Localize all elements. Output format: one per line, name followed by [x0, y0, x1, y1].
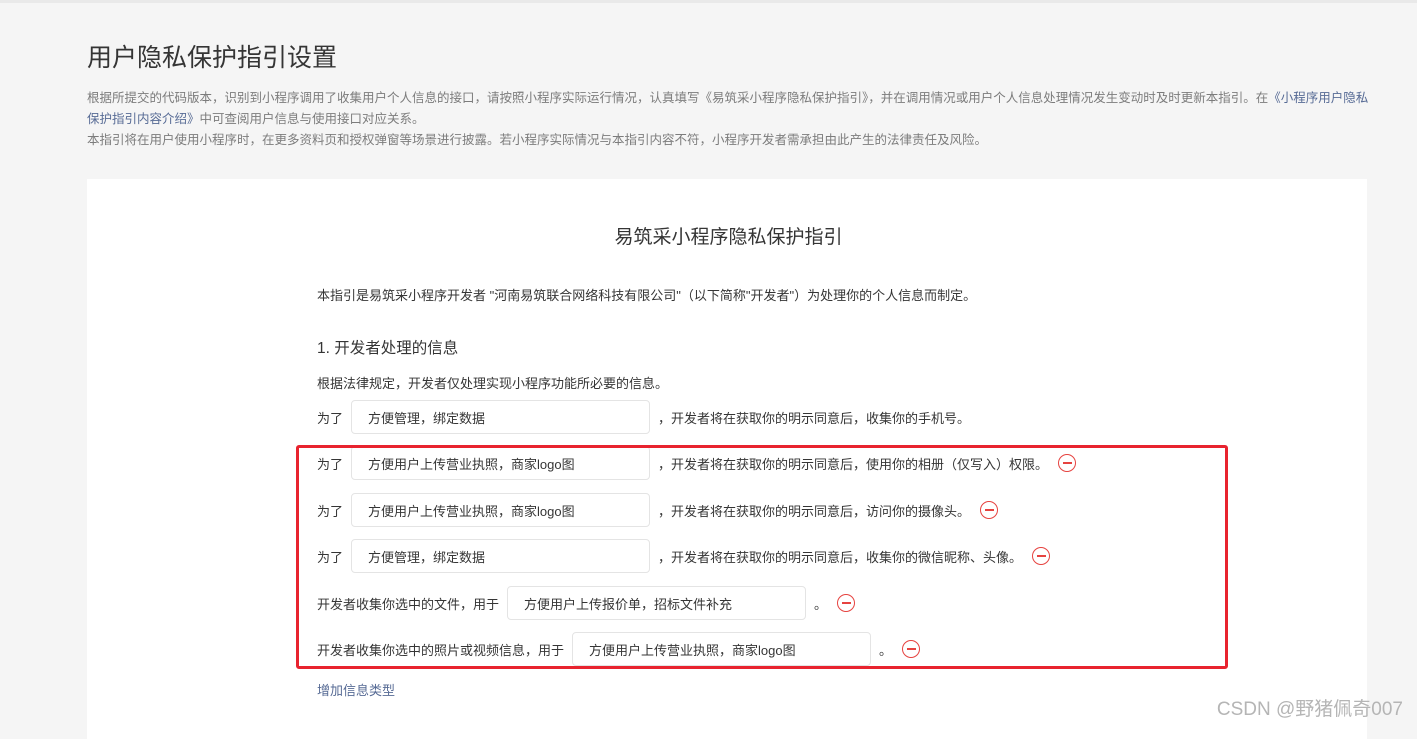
section-title: 1. 开发者处理的信息: [317, 340, 459, 357]
info-row: 为了 方便用户上传营业执照，商家logo图 ，开发者将在获取你的明示同意后，访问…: [317, 492, 999, 528]
remove-row-icon[interactable]: [1058, 454, 1077, 472]
row-suffix: ，开发者将在获取你的明示同意后，访问你的摄像头。: [658, 503, 971, 519]
top-divider: [0, 0, 1417, 3]
purpose-input[interactable]: 方便管理，绑定数据: [351, 400, 651, 434]
purpose-input[interactable]: 方便用户上传营业执照，商家logo图: [572, 632, 872, 666]
remove-row-icon[interactable]: [902, 640, 921, 658]
remove-row-icon[interactable]: [1032, 547, 1051, 565]
page-title: 用户隐私保护指引设置: [87, 44, 338, 72]
row-suffix: 。: [879, 642, 893, 658]
guide-intro: 本指引是易筑采小程序开发者 "河南易筑联合网络科技有限公司"（以下简称"开发者"…: [317, 288, 977, 303]
row-prefix: 开发者收集你选中的照片或视频信息，用于: [317, 642, 565, 658]
info-row: 为了 方便管理，绑定数据 ，开发者将在获取你的明示同意后，收集你的微信昵称、头像…: [317, 538, 1051, 574]
purpose-input[interactable]: 方便用户上传营业执照，商家logo图: [351, 493, 651, 527]
row-prefix: 为了: [317, 503, 344, 519]
watermark: CSDN @野猪佩奇007: [1216, 699, 1403, 720]
info-row: 开发者收集你选中的照片或视频信息，用于 方便用户上传营业执照，商家logo图 。: [317, 631, 921, 667]
info-row: 为了 方便管理，绑定数据 ，开发者将在获取你的明示同意后，收集你的手机号。: [317, 399, 970, 435]
row-suffix: ，开发者将在获取你的明示同意后，使用你的相册（仅写入）权限。: [658, 456, 1049, 472]
description-text-cont: 中可查阅用户信息与使用接口对应关系。: [199, 112, 425, 126]
row-prefix: 为了: [317, 549, 344, 565]
row-prefix: 为了: [317, 410, 344, 426]
add-info-type-link[interactable]: 增加信息类型: [317, 680, 395, 699]
info-row: 为了 方便用户上传营业执照，商家logo图 ，开发者将在获取你的明示同意后，使用…: [317, 445, 1077, 481]
info-row: 开发者收集你选中的文件，用于 方便用户上传报价单，招标文件补充 。: [317, 585, 856, 621]
remove-row-icon[interactable]: [837, 594, 856, 612]
purpose-input[interactable]: 方便管理，绑定数据: [351, 539, 651, 573]
row-prefix: 开发者收集你选中的文件，用于: [317, 596, 500, 612]
remove-row-icon[interactable]: [980, 501, 999, 519]
row-prefix: 为了: [317, 456, 344, 472]
purpose-input[interactable]: 方便用户上传报价单，招标文件补充: [507, 586, 807, 620]
row-suffix: ，开发者将在获取你的明示同意后，收集你的手机号。: [658, 410, 971, 426]
description-disclosure: 本指引将在用户使用小程序时，在更多资料页和授权弹窗等场景进行披露。若小程序实际情…: [87, 133, 988, 147]
section-description: 根据法律规定，开发者仅处理实现小程序功能所必要的信息。: [317, 376, 669, 391]
row-suffix: 。: [814, 596, 828, 612]
page-description: 根据所提交的代码版本，识别到小程序调用了收集用户个人信息的接口，请按照小程序实际…: [87, 88, 1377, 151]
row-suffix: ，开发者将在获取你的明示同意后，收集你的微信昵称、头像。: [658, 549, 1023, 565]
purpose-input[interactable]: 方便用户上传营业执照，商家logo图: [351, 446, 651, 480]
description-text: 根据所提交的代码版本，识别到小程序调用了收集用户个人信息的接口，请按照小程序实际…: [87, 91, 1269, 105]
guide-title: 易筑采小程序隐私保护指引: [614, 227, 843, 248]
